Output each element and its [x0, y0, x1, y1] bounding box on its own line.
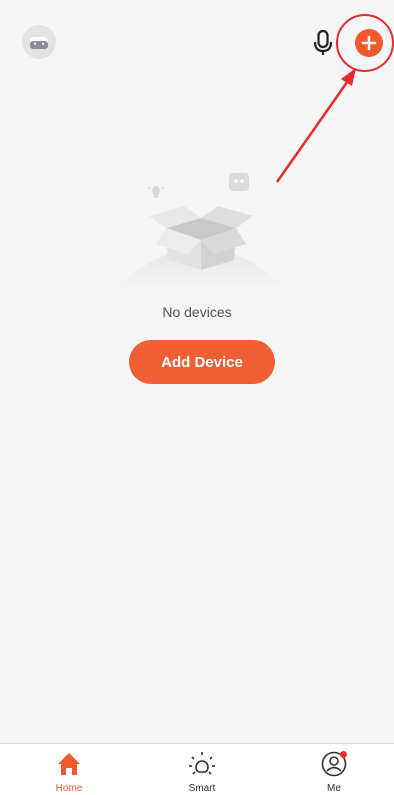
notification-badge: [340, 751, 347, 758]
add-device-button[interactable]: Add Device: [129, 340, 275, 384]
annotation-arrow: [275, 68, 356, 183]
tab-home[interactable]: Home: [29, 750, 109, 794]
bottom-tab-bar: Home Smart Me: [0, 743, 394, 795]
home-screen: No devices Add Device Home Smart Me: [0, 0, 394, 795]
person-icon: [320, 750, 348, 778]
house-icon: [55, 750, 83, 778]
tab-smart-label: Smart: [188, 783, 216, 794]
robot-face-icon: [30, 37, 48, 49]
tab-home-label: Home: [55, 783, 83, 794]
family-avatar-icon[interactable]: [22, 25, 56, 59]
tab-me[interactable]: Me: [294, 750, 374, 794]
empty-box-illustration: [116, 173, 286, 288]
highlight-circle-annotation: [336, 14, 394, 72]
no-devices-message: No devices: [162, 304, 232, 320]
tab-me-label: Me: [327, 783, 341, 794]
tab-smart[interactable]: Smart: [162, 750, 242, 794]
microphone-icon[interactable]: [312, 29, 334, 57]
sun-icon: [188, 750, 216, 778]
